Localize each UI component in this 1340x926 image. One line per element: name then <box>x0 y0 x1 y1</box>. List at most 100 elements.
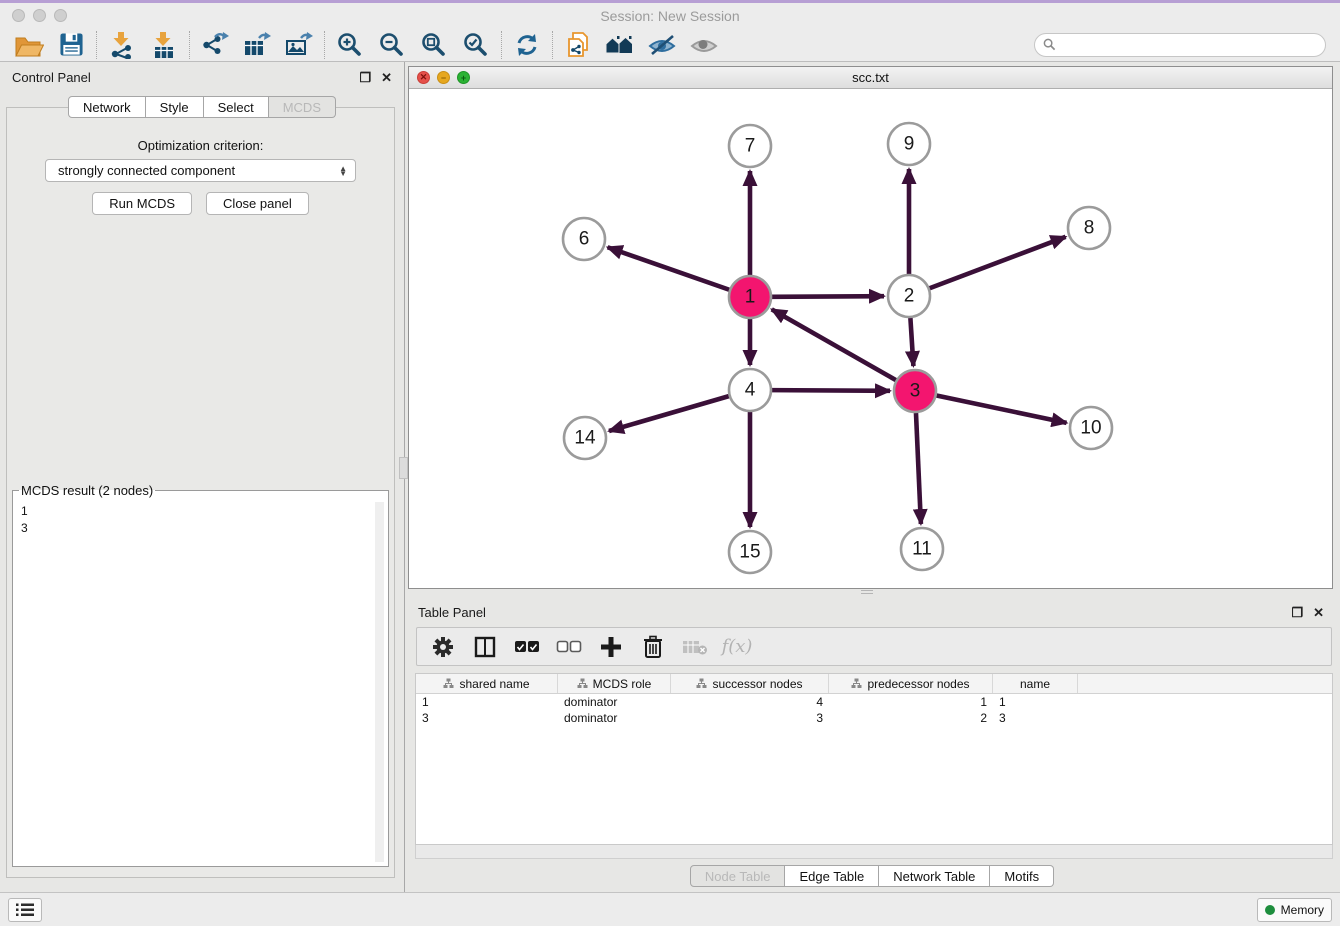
column-header-shared-name[interactable]: shared name <box>416 674 558 693</box>
toolbar-separator <box>189 31 190 59</box>
graph-node-label: 9 <box>904 134 915 155</box>
graph-edge-3-11[interactable] <box>916 413 921 524</box>
tab-select[interactable]: Select <box>204 96 269 118</box>
zoom-fit-icon[interactable] <box>413 30 455 60</box>
column-selector-icon[interactable] <box>471 633 499 661</box>
table-toolbar: f(x) <box>416 627 1332 666</box>
main-titlebar: Session: New Session <box>0 3 1340 28</box>
criterion-select[interactable]: strongly connected component ▲▼ <box>45 159 356 182</box>
tab-style[interactable]: Style <box>146 96 204 118</box>
column-header-predecessor-nodes[interactable]: predecessor nodes <box>829 674 993 693</box>
graph-edge-3-1[interactable] <box>772 309 896 380</box>
open-session-icon[interactable] <box>8 30 50 60</box>
show-hidden-icon[interactable] <box>683 30 725 60</box>
close-panel-button[interactable]: Close panel <box>206 192 309 215</box>
export-table-icon[interactable] <box>236 30 278 60</box>
table-tabs: Node Table Edge Table Network Table Moti… <box>408 865 1336 887</box>
table-panel-header: Table Panel ❐ ✕ <box>408 597 1336 627</box>
graph-edge-2-8[interactable] <box>930 237 1066 288</box>
mcds-result-title: MCDS result (2 nodes) <box>19 483 155 498</box>
deselect-all-checkboxes-icon[interactable] <box>555 633 583 661</box>
float-table-panel-icon[interactable]: ❐ <box>1291 606 1303 619</box>
memory-button[interactable]: Memory <box>1257 898 1332 922</box>
graph-node-label: 11 <box>912 539 932 560</box>
close-panel-icon[interactable]: ✕ <box>381 71 392 84</box>
optimization-criterion-label: Optimization criterion: <box>7 138 394 153</box>
cell-name: 1 <box>993 694 1078 710</box>
zoom-out-icon[interactable] <box>371 30 413 60</box>
search-icon <box>1043 38 1056 51</box>
network-window-titlebar[interactable]: ✕ − + scc.txt <box>409 67 1332 89</box>
clone-network-icon[interactable] <box>557 30 599 60</box>
select-all-checkboxes-icon[interactable] <box>513 633 541 661</box>
add-column-icon[interactable] <box>597 633 625 661</box>
export-image-icon[interactable] <box>278 30 320 60</box>
function-builder-icon[interactable]: f(x) <box>723 633 751 661</box>
import-table-icon[interactable] <box>143 30 185 60</box>
tab-motifs[interactable]: Motifs <box>990 865 1054 887</box>
network-graph[interactable]: 7968124314101511 <box>409 89 1332 588</box>
graph-node-label: 14 <box>574 428 596 449</box>
panel-divider-handle[interactable] <box>399 457 408 479</box>
network-window-title: scc.txt <box>409 70 1332 85</box>
column-header-mcds-role[interactable]: MCDS role <box>558 674 671 693</box>
tab-node-table[interactable]: Node Table <box>690 865 786 887</box>
window-resize-grip[interactable] <box>861 590 873 594</box>
mcds-result-list[interactable]: 1 3 <box>15 500 386 864</box>
hide-selected-icon[interactable] <box>641 30 683 60</box>
column-type-icon <box>443 678 454 689</box>
network-canvas[interactable]: 7968124314101511 <box>409 89 1332 588</box>
column-type-icon <box>696 678 707 689</box>
apply-preferred-layout-icon[interactable] <box>506 30 548 60</box>
table-panel-title: Table Panel <box>418 605 486 620</box>
graph-edge-2-3[interactable] <box>910 318 913 366</box>
search-input[interactable] <box>1061 38 1325 52</box>
graph-node-label: 7 <box>745 136 756 157</box>
workspace: Control Panel ❐ ✕ Network Style Select M… <box>0 62 1340 892</box>
task-history-button[interactable] <box>8 898 42 922</box>
mcds-result-group: MCDS result (2 nodes) 1 3 <box>12 483 389 867</box>
close-table-panel-icon[interactable]: ✕ <box>1313 606 1324 619</box>
table-row[interactable]: 3 dominator 3 2 3 <box>416 710 1332 726</box>
table-panel: Table Panel ❐ ✕ <box>408 597 1336 888</box>
cell-mcds-role: dominator <box>558 694 671 710</box>
graph-edge-1-6[interactable] <box>608 247 730 289</box>
tab-edge-table[interactable]: Edge Table <box>785 865 879 887</box>
delete-column-icon[interactable] <box>639 633 667 661</box>
toolbar-separator <box>501 31 502 59</box>
graph-node-label: 3 <box>910 381 921 402</box>
table-horizontal-scrollbar[interactable] <box>415 845 1333 859</box>
table-settings-icon[interactable] <box>429 633 457 661</box>
import-network-icon[interactable] <box>101 30 143 60</box>
float-panel-icon[interactable]: ❐ <box>359 71 371 84</box>
cell-predecessor-nodes: 2 <box>829 710 993 726</box>
tab-network-table[interactable]: Network Table <box>879 865 990 887</box>
zoom-in-icon[interactable] <box>329 30 371 60</box>
run-mcds-button[interactable]: Run MCDS <box>92 192 192 215</box>
column-header-successor-nodes[interactable]: successor nodes <box>671 674 829 693</box>
save-session-icon[interactable] <box>50 30 92 60</box>
graph-edge-4-14[interactable] <box>609 396 729 431</box>
mcds-panel: Optimization criterion: strongly connect… <box>6 107 395 878</box>
delete-table-icon[interactable] <box>681 633 709 661</box>
table-header-row: shared name MCDS role successor nodes pr… <box>416 674 1332 694</box>
graph-edge-3-10[interactable] <box>937 396 1067 423</box>
node-table[interactable]: shared name MCDS role successor nodes pr… <box>415 673 1333 845</box>
show-all-views-icon[interactable] <box>599 30 641 60</box>
graph-node-label: 2 <box>904 286 915 307</box>
table-row[interactable]: 1 dominator 4 1 1 <box>416 694 1332 710</box>
zoom-selected-icon[interactable] <box>455 30 497 60</box>
result-scrollbar[interactable] <box>375 502 384 862</box>
tab-network[interactable]: Network <box>68 96 146 118</box>
column-header-name[interactable]: name <box>993 674 1078 693</box>
toolbar-separator <box>96 31 97 59</box>
list-icon <box>16 903 34 917</box>
tab-mcds[interactable]: MCDS <box>269 96 336 118</box>
graph-edge-1-2[interactable] <box>772 296 884 297</box>
network-view-window: ✕ − + scc.txt 7968124314101511 <box>408 66 1333 589</box>
graph-edge-4-3[interactable] <box>772 390 890 391</box>
cell-predecessor-nodes: 1 <box>829 694 993 710</box>
search-field[interactable] <box>1034 33 1326 57</box>
export-network-icon[interactable] <box>194 30 236 60</box>
memory-label: Memory <box>1281 903 1324 917</box>
